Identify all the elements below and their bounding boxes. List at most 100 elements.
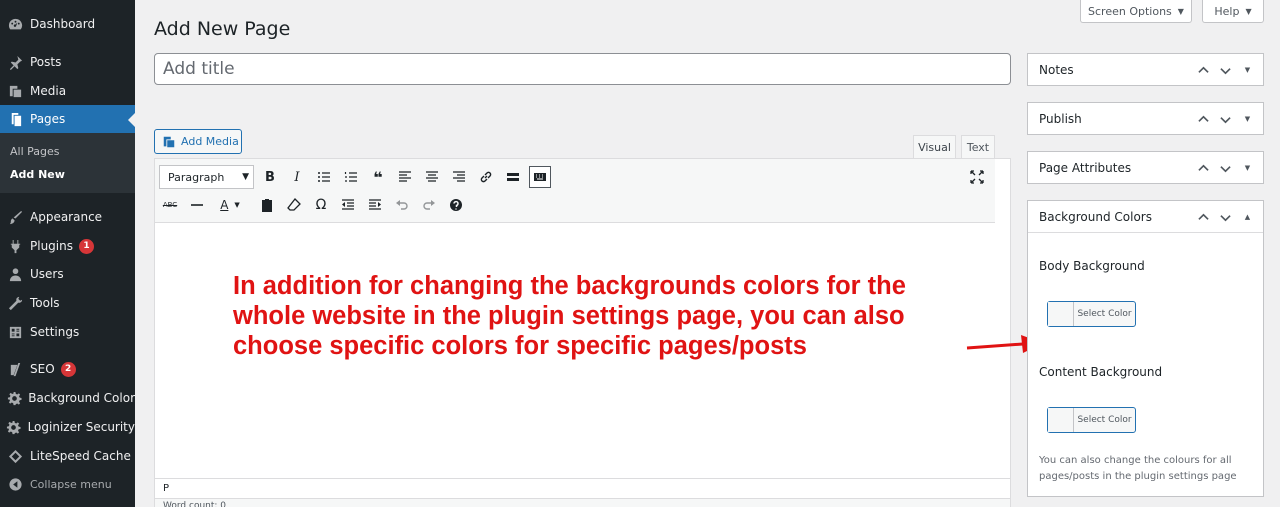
toggle-panel-icon[interactable]: ▼ xyxy=(1240,66,1255,74)
sidebar-item-media[interactable]: Media xyxy=(0,77,135,105)
move-up-icon[interactable] xyxy=(1196,212,1211,223)
redo-icon xyxy=(423,200,435,210)
outdent-icon xyxy=(342,199,354,210)
sidebar-item-pages[interactable]: Pages xyxy=(0,105,135,133)
screen-options-label: Screen Options xyxy=(1088,4,1172,18)
toggle-panel-icon[interactable]: ▼ xyxy=(1240,164,1255,172)
paste-as-text-button[interactable] xyxy=(256,194,278,216)
format-select-value: Paragraph xyxy=(168,170,225,184)
content-background-label: Content Background xyxy=(1039,365,1163,379)
format-select[interactable]: Paragraph ▼ xyxy=(159,165,254,189)
color-swatch xyxy=(1048,302,1074,326)
move-down-icon[interactable] xyxy=(1218,65,1233,76)
sidebar-item-tools[interactable]: Tools xyxy=(0,289,135,317)
pin-icon xyxy=(0,55,30,70)
sidebar-item-label: Pages xyxy=(30,112,66,126)
sidebar-item-seo[interactable]: SEO 2 xyxy=(0,355,135,383)
special-character-button[interactable]: Ω xyxy=(310,194,332,216)
text-color-button[interactable]: A ▼ xyxy=(213,194,247,216)
page-attributes-panel-header[interactable]: Page Attributes ▼ xyxy=(1028,152,1263,184)
sidebar-item-dashboard[interactable]: Dashboard xyxy=(0,10,135,38)
horizontal-line-icon xyxy=(191,204,203,206)
blockquote-button[interactable]: ❝ xyxy=(367,166,389,188)
help-icon xyxy=(450,199,462,211)
indent-button[interactable] xyxy=(364,194,386,216)
sidebar-item-label: Background Color xyxy=(28,391,135,405)
help-button[interactable]: Help ▼ xyxy=(1202,0,1264,23)
seo-notice-badge: 2 xyxy=(60,361,76,377)
align-right-button[interactable] xyxy=(448,166,470,188)
sidebar-item-label: Tools xyxy=(30,296,60,310)
horizontal-line-button[interactable] xyxy=(186,194,208,216)
fullscreen-icon xyxy=(970,170,984,184)
move-up-icon[interactable] xyxy=(1196,163,1211,174)
numbered-list-button[interactable] xyxy=(340,166,362,188)
publish-panel: Publish ▼ xyxy=(1027,102,1264,135)
sidebar-item-label: Users xyxy=(30,267,64,281)
move-up-icon[interactable] xyxy=(1196,65,1211,76)
toggle-panel-icon[interactable]: ▼ xyxy=(1240,115,1255,123)
sidebar-item-settings[interactable]: Settings xyxy=(0,318,135,346)
sidebar-item-plugins[interactable]: Plugins 1 xyxy=(0,232,135,260)
background-colors-panel-header[interactable]: Background Colors ▲ xyxy=(1028,201,1263,233)
read-more-button[interactable] xyxy=(502,166,524,188)
submenu-item-add-new[interactable]: Add New xyxy=(10,168,65,181)
toolbar-toggle-button[interactable] xyxy=(529,166,551,188)
move-down-icon[interactable] xyxy=(1218,212,1233,223)
undo-button[interactable] xyxy=(391,194,413,216)
insert-link-button[interactable] xyxy=(475,166,497,188)
collapse-menu-button[interactable]: Collapse menu xyxy=(0,470,135,498)
title-input[interactable] xyxy=(154,53,1011,85)
distraction-free-button[interactable] xyxy=(966,166,988,188)
screen-options-button[interactable]: Screen Options ▼ xyxy=(1080,0,1192,23)
bold-icon: B xyxy=(265,169,275,185)
keyboard-shortcuts-button[interactable] xyxy=(445,194,467,216)
align-left-button[interactable] xyxy=(394,166,416,188)
submenu-item-all-pages[interactable]: All Pages xyxy=(10,145,60,158)
caret-down-icon: ▼ xyxy=(234,201,240,209)
sidebar-item-posts[interactable]: Posts xyxy=(0,48,135,76)
sidebar-item-users[interactable]: Users xyxy=(0,260,135,288)
pages-submenu: All Pages Add New xyxy=(0,133,135,193)
align-center-button[interactable] xyxy=(421,166,443,188)
panel-title: Publish xyxy=(1039,112,1082,126)
toggle-panel-icon[interactable]: ▲ xyxy=(1240,213,1255,221)
move-down-icon[interactable] xyxy=(1218,163,1233,174)
italic-button[interactable]: I xyxy=(286,166,308,188)
background-colors-panel: Background Colors ▲ Body Background Sele… xyxy=(1027,200,1264,497)
clipboard-icon xyxy=(262,199,272,212)
bullet-list-icon xyxy=(318,172,330,182)
content-background-color-picker[interactable]: Select Color xyxy=(1047,407,1136,433)
sidebar-item-label: Plugins xyxy=(30,239,73,253)
plugin-settings-note: You can also change the colours for all … xyxy=(1039,455,1237,482)
numbered-list-icon xyxy=(344,172,357,182)
move-down-icon[interactable] xyxy=(1218,114,1233,125)
panel-title: Background Colors xyxy=(1039,209,1152,224)
editor-body-text[interactable]: In addition for changing the backgrounds… xyxy=(233,271,953,361)
move-up-icon[interactable] xyxy=(1196,114,1211,125)
clear-formatting-button[interactable] xyxy=(283,194,305,216)
outdent-button[interactable] xyxy=(337,194,359,216)
publish-panel-header[interactable]: Publish ▼ xyxy=(1028,103,1263,135)
plugins-update-badge: 1 xyxy=(78,238,94,254)
tab-visual[interactable]: Visual xyxy=(913,135,956,159)
redo-button[interactable] xyxy=(418,194,440,216)
editor-path-bar: P xyxy=(155,478,1010,498)
bulleted-list-button[interactable] xyxy=(313,166,335,188)
add-media-label: Add Media xyxy=(181,135,239,148)
notes-panel-header[interactable]: Notes ▼ xyxy=(1028,54,1263,86)
add-media-button[interactable]: Add Media xyxy=(154,129,242,154)
tab-text[interactable]: Text xyxy=(961,135,995,159)
sidebar-item-background-color[interactable]: Background Color xyxy=(0,384,135,412)
help-label: Help xyxy=(1214,4,1240,18)
strikethrough-button[interactable]: ABC xyxy=(159,194,181,216)
sidebar-item-appearance[interactable]: Appearance xyxy=(0,203,135,231)
body-background-color-picker[interactable]: Select Color xyxy=(1047,301,1136,327)
text-color-icon: A xyxy=(220,198,229,212)
media-icon xyxy=(0,84,30,99)
sidebar-item-litespeed-cache[interactable]: LiteSpeed Cache xyxy=(0,442,135,470)
sidebar-item-loginizer-security[interactable]: Loginizer Security xyxy=(0,413,135,441)
select-color-label: Select Color xyxy=(1077,415,1132,425)
italic-icon: I xyxy=(294,169,300,185)
bold-button[interactable]: B xyxy=(259,166,281,188)
